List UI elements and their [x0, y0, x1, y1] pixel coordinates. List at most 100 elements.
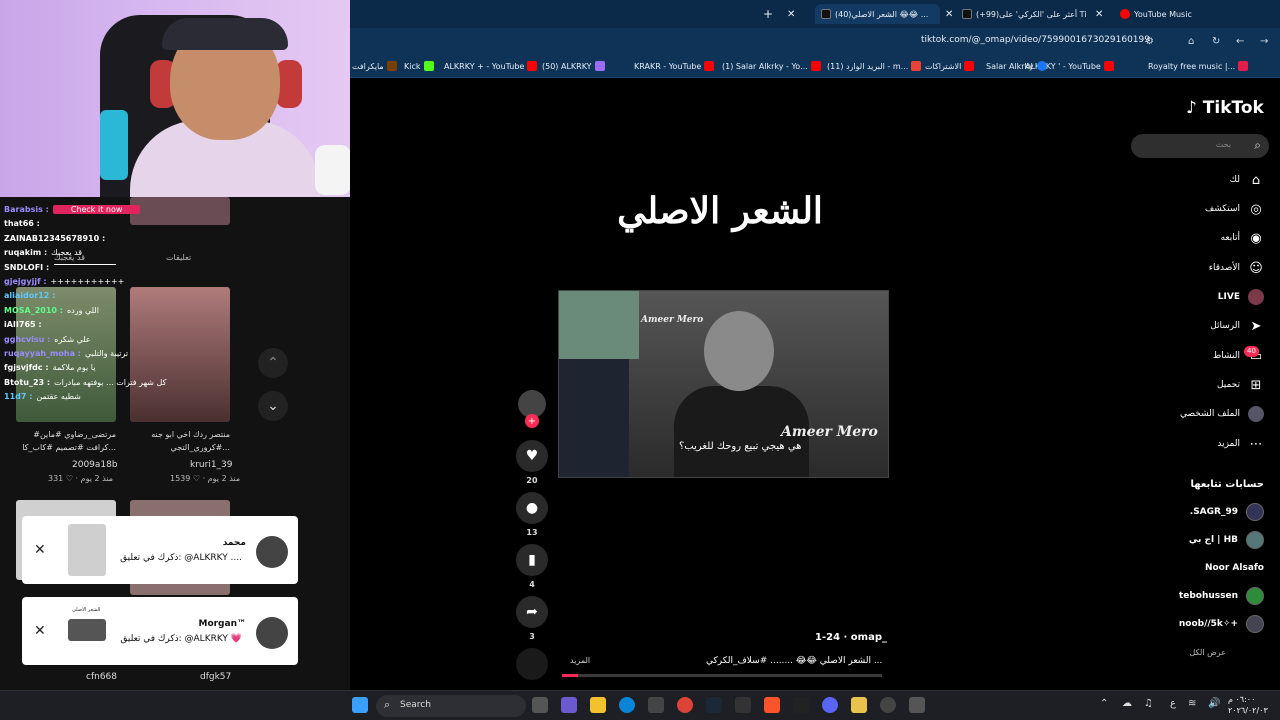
bookmark-item[interactable]: Salar Alkrky	[986, 61, 1047, 71]
video-caption[interactable]: #مرتضى_رضاوي #ماين كرافت #تصميم #كاب_كا.…	[16, 428, 116, 454]
following-account[interactable]: Noor Alsafo	[1205, 558, 1264, 578]
tab-tiktok-video[interactable]: (40)الشعر الاصلي 😂😂 ...	[815, 4, 940, 24]
tab-close-icon[interactable]: ✕	[945, 4, 953, 24]
close-icon[interactable]: ✕	[34, 542, 46, 558]
network-icon[interactable]: ☁	[1122, 698, 1132, 709]
bookmark-icon	[1238, 61, 1249, 71]
video-author[interactable]: cfn668	[86, 672, 117, 682]
search-input[interactable]: بحث ⌕	[1131, 134, 1269, 158]
tab-close-icon[interactable]: ✕	[1095, 4, 1103, 24]
capcut-icon[interactable]	[793, 697, 809, 713]
video-player[interactable]: Ameer Mero Ameer Mero هي هيجي تبيع روحك …	[558, 290, 889, 478]
notes-icon[interactable]	[851, 697, 867, 713]
sidebar-item-for-you[interactable]: لك ⌂	[1230, 170, 1264, 190]
sidebar-item-explore[interactable]: استكشف ◎	[1205, 199, 1264, 219]
following-account[interactable]: .SAGR_99	[1190, 502, 1264, 522]
bookmark-item[interactable]: (50) ALKRKY	[542, 61, 605, 71]
following-account[interactable]: noob//5k✧+	[1179, 614, 1264, 634]
sidebar-item-profile[interactable]: الملف الشخصي	[1180, 404, 1264, 424]
discord-icon[interactable]	[822, 697, 838, 713]
sidebar-item-live[interactable]: LIVE	[1218, 287, 1264, 307]
obs-icon[interactable]	[880, 697, 896, 713]
chat-username: Barabsis :	[4, 205, 49, 214]
more-link[interactable]: المزيد	[570, 656, 590, 665]
bookmark-item[interactable]: البريد الوارد (11) - m...	[827, 61, 922, 71]
copilot-icon[interactable]	[561, 697, 577, 713]
video-subtitle: هي هيجي تبيع روحك للغريب؟	[679, 441, 802, 452]
see-all-link[interactable]: عرض الكل	[1189, 648, 1226, 657]
home-icon[interactable]: ⌂	[1188, 36, 1194, 47]
app-icon[interactable]	[909, 697, 925, 713]
volume-icon[interactable]: 🔊	[1208, 698, 1220, 709]
chat-message: that66 :	[4, 217, 244, 231]
forward-icon[interactable]: →	[1260, 36, 1268, 47]
back-icon[interactable]: ←	[1236, 36, 1244, 47]
search-icon[interactable]: ⌕	[1254, 138, 1261, 153]
video-author[interactable]: 1-24 · omap_	[815, 632, 887, 643]
notification-card[interactable]: ✕ الشعر الاصلي Morgan™ ذكرك في تعليق: @A…	[22, 597, 298, 665]
windows-start-icon[interactable]	[352, 697, 368, 713]
new-tab-button[interactable]: +	[763, 4, 773, 24]
tune-icon[interactable]: ⚙	[1145, 36, 1154, 47]
video-progress-bar[interactable]	[562, 674, 882, 677]
tab-label: (+99)أعثر على 'الكركي' على TikTok	[976, 9, 1087, 19]
task-view-icon[interactable]	[532, 697, 548, 713]
chat-message: SNDLOFI :	[4, 261, 244, 275]
youtube-icon	[1103, 61, 1114, 71]
tab-close-icon[interactable]: ✕	[787, 4, 795, 24]
chevron-up-icon[interactable]: ⌃	[1100, 698, 1108, 709]
sidebar-item-messages[interactable]: الرسائل ➤	[1210, 316, 1264, 336]
wifi-icon[interactable]: ≋	[1188, 698, 1196, 709]
system-clock[interactable]: ٠٦:٠٠ م ٢٠٢٦/٠٢/٠٣	[1228, 694, 1268, 716]
bookmark-item[interactable]: (1) Salar Alkrky - Yo...	[722, 61, 821, 71]
store-icon[interactable]	[648, 697, 664, 713]
video-caption[interactable]: منتصر ردك اخي ابو جنه #كروري_التجي...	[130, 428, 230, 454]
save-button[interactable]: ▮	[516, 544, 548, 576]
chat-message: fgjsvjfdc : يا يوم ملاكمة	[4, 361, 244, 375]
sidebar-item-friends[interactable]: الأصدقاء ☺	[1209, 258, 1264, 278]
progress-fill	[562, 674, 578, 677]
like-button[interactable]: ♥	[516, 440, 548, 472]
tab-youtube-music[interactable]: YouTube Music	[1120, 4, 1192, 24]
scroll-down-button[interactable]: ⌄	[258, 391, 288, 421]
mic-icon[interactable]: ♫	[1144, 698, 1153, 709]
following-account[interactable]: اج بي | HB	[1189, 530, 1264, 550]
bookmark-item[interactable]: الاشتراكات	[925, 61, 975, 71]
tab-tiktok-search[interactable]: (+99)أعثر على 'الكركي' على TikTok	[962, 4, 1087, 24]
sidebar-item-more[interactable]: المزيد ⋯	[1217, 434, 1264, 454]
bookmark-item[interactable]: KRAKR - YouTube	[634, 61, 715, 71]
following-account[interactable]: tebohussen	[1179, 586, 1264, 606]
share-button[interactable]: ➦	[516, 596, 548, 628]
sidebar-item-following[interactable]: أتابعه ◉	[1221, 228, 1264, 248]
taskbar-search[interactable]: ⌕ Search	[376, 695, 526, 717]
bookmark-item[interactable]: Royalty free music |...	[1148, 61, 1249, 71]
video-author[interactable]: 2009a18b	[72, 460, 118, 470]
edge-icon[interactable]	[619, 697, 635, 713]
bookmark-item[interactable]: Kick	[404, 61, 434, 71]
tiktok-logo[interactable]: ♪ TikTok	[1186, 98, 1264, 118]
brave-icon[interactable]	[764, 697, 780, 713]
bookmark-item[interactable]: مايكرافت	[352, 61, 397, 71]
follow-button[interactable]: +	[525, 414, 539, 428]
notification-card[interactable]: ✕ محمد ذكرك في تعليق: @ALKRKY ....	[22, 516, 298, 584]
chrome-icon[interactable]	[677, 697, 693, 713]
chat-message: aliaidor12 :	[4, 289, 244, 303]
music-disc[interactable]	[516, 648, 548, 680]
video-author[interactable]: kruri1_39	[190, 460, 233, 470]
url-field[interactable]: tiktok.com/@_omap/video/7599001673029160…	[921, 35, 1150, 45]
bookmarks-bar: Royalty free music |... ALKRKY ' - YouTu…	[350, 54, 1280, 78]
language-indicator[interactable]: ع	[1170, 698, 1176, 709]
steam-icon[interactable]	[706, 697, 722, 713]
chat-username: aliaidor12 :	[4, 291, 56, 301]
settings-icon[interactable]	[735, 697, 751, 713]
comment-button[interactable]: ●	[516, 492, 548, 524]
scroll-up-button[interactable]: ⌃	[258, 348, 288, 378]
file-explorer-icon[interactable]	[590, 697, 606, 713]
bookmark-item[interactable]: ALKRKY + - YouTube	[444, 61, 538, 71]
video-meta: منذ 2 يوم · ♡ 331	[48, 474, 114, 483]
video-author[interactable]: dfgk57	[200, 672, 231, 682]
chat-text: اللي ورده	[66, 305, 99, 315]
reload-icon[interactable]: ↻	[1212, 36, 1220, 47]
close-icon[interactable]: ✕	[34, 623, 46, 639]
sidebar-item-upload[interactable]: تحميل ⊞	[1217, 375, 1264, 395]
